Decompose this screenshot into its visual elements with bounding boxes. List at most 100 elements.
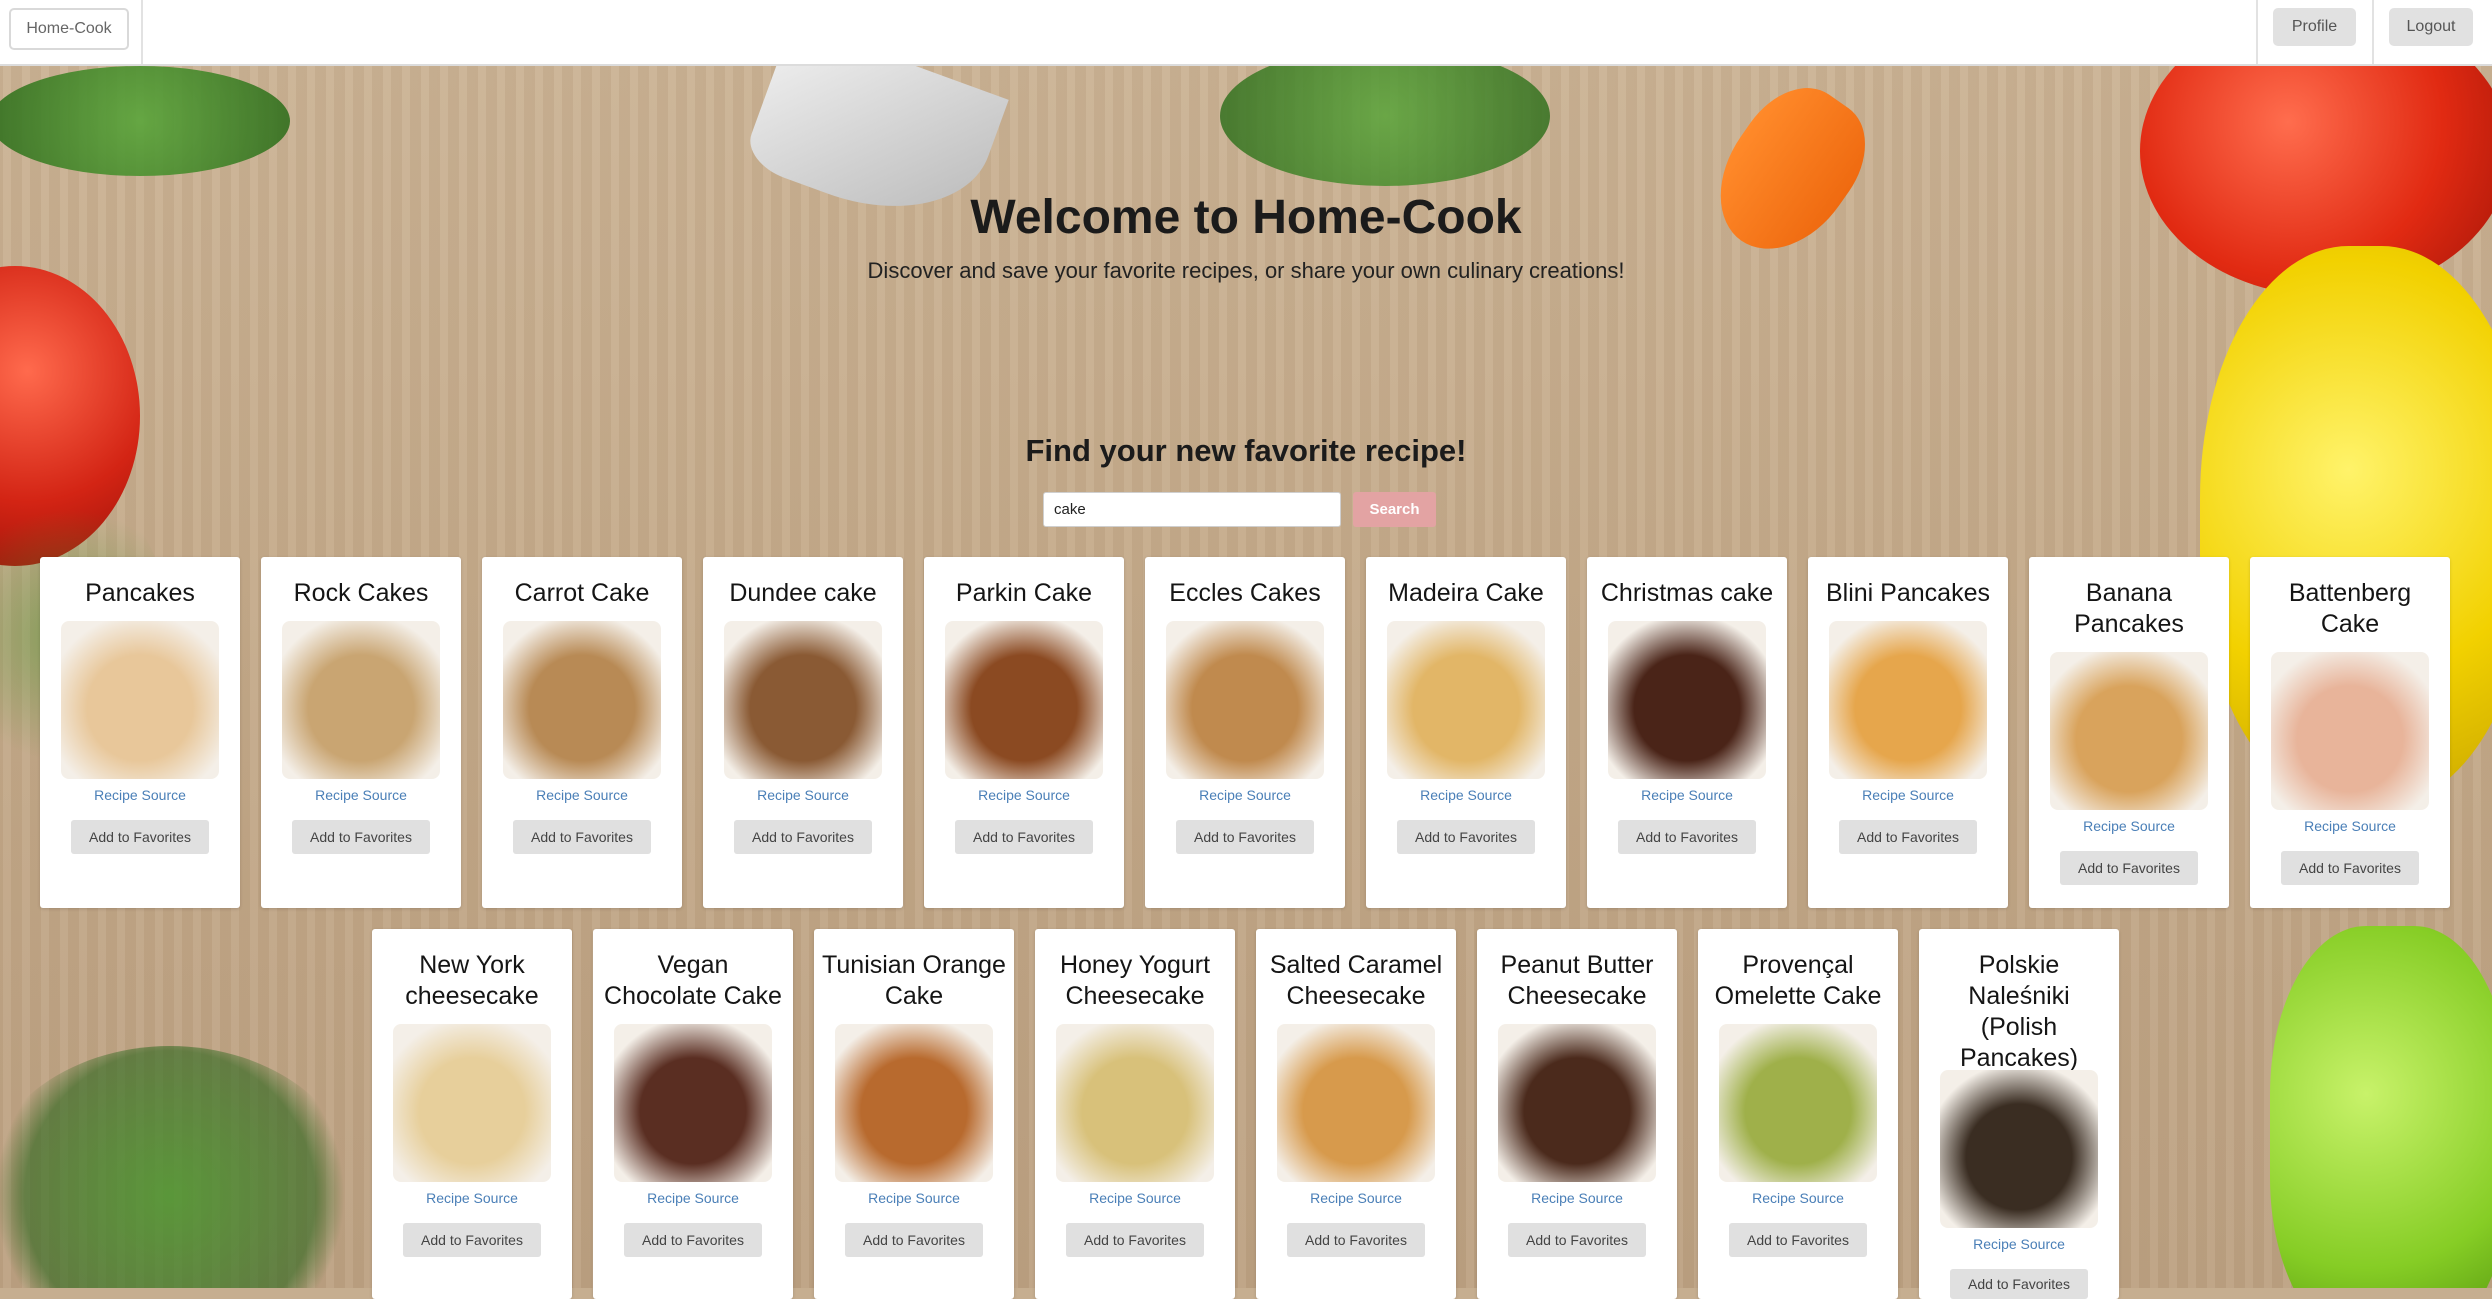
recipe-card: Pancakes Recipe Source Add to Favorites	[40, 557, 240, 908]
recipe-image	[503, 621, 661, 779]
recipe-title: Salted Caramel Cheesecake	[1269, 951, 1443, 1010]
recipe-source-link[interactable]: Recipe Source	[978, 787, 1070, 803]
recipe-source-link[interactable]: Recipe Source	[1641, 787, 1733, 803]
logout-button[interactable]: Logout	[2389, 8, 2473, 46]
add-to-favorites-button[interactable]: Add to Favorites	[955, 820, 1093, 854]
recipe-image	[1387, 621, 1545, 779]
leaves-image	[1220, 66, 1550, 186]
recipe-image	[1940, 1070, 2098, 1229]
add-to-favorites-button[interactable]: Add to Favorites	[1729, 1223, 1867, 1257]
green-pepper-image	[2270, 926, 2492, 1288]
recipe-source-link[interactable]: Recipe Source	[315, 787, 407, 803]
recipe-card: Tunisian Orange Cake Recipe Source Add to …	[814, 929, 1014, 1299]
page-title: Welcome to Home-Cook	[970, 191, 1522, 244]
recipe-image	[945, 621, 1103, 779]
recipe-source-link[interactable]: Recipe Source	[1420, 787, 1512, 803]
add-to-favorites-button[interactable]: Add to Favorites	[734, 820, 872, 854]
recipe-image	[835, 1024, 993, 1182]
add-to-favorites-button[interactable]: Add to Favorites	[1508, 1223, 1646, 1257]
recipe-title: Blini Pancakes	[1826, 579, 1990, 607]
search-input[interactable]	[1043, 492, 1341, 527]
recipe-title: Banana Pancakes	[2074, 579, 2184, 638]
recipe-source-link[interactable]: Recipe Source	[1310, 1190, 1402, 1206]
search-heading: Find your new favorite recipe!	[1025, 433, 1467, 468]
recipe-source-link[interactable]: Recipe Source	[757, 787, 849, 803]
recipe-image	[1719, 1024, 1877, 1182]
add-to-favorites-button[interactable]: Add to Favorites	[1950, 1269, 2088, 1299]
recipe-source-link[interactable]: Recipe Source	[426, 1190, 518, 1206]
profile-button[interactable]: Profile	[2273, 8, 2356, 46]
recipe-card: Vegan Chocolate Cake Recipe Source Add to …	[593, 929, 793, 1299]
recipe-title: Dundee cake	[729, 579, 877, 607]
add-to-favorites-button[interactable]: Add to Favorites	[1397, 820, 1535, 854]
recipe-image	[724, 621, 882, 779]
add-to-favorites-button[interactable]: Add to Favorites	[1618, 820, 1756, 854]
recipe-source-link[interactable]: Recipe Source	[1862, 787, 1954, 803]
recipe-source-link[interactable]: Recipe Source	[1199, 787, 1291, 803]
recipe-card: Rock Cakes Recipe Source Add to Favorites	[261, 557, 461, 908]
recipe-title: Tunisian Orange Cake	[822, 951, 1006, 1010]
recipe-source-link[interactable]: Recipe Source	[2304, 818, 2396, 834]
recipe-card: Dundee cake Recipe Source Add to Favorites	[703, 557, 903, 908]
add-to-favorites-button[interactable]: Add to Favorites	[1839, 820, 1977, 854]
recipe-title: Honey Yogurt Cheesecake	[1059, 951, 1211, 1010]
recipe-source-link[interactable]: Recipe Source	[94, 787, 186, 803]
recipe-source-link[interactable]: Recipe Source	[1973, 1236, 2065, 1252]
recipe-source-link[interactable]: Recipe Source	[1089, 1190, 1181, 1206]
recipe-source-link[interactable]: Recipe Source	[1752, 1190, 1844, 1206]
recipe-title: Rock Cakes	[293, 579, 429, 607]
recipe-card: Polskie Naleśniki (Polish Pancakes) Recip…	[1919, 929, 2119, 1299]
recipe-title: Pancakes	[85, 579, 195, 607]
recipe-card: Parkin Cake Recipe Source Add to Favorites	[924, 557, 1124, 908]
add-to-favorites-button[interactable]: Add to Favorites	[1066, 1223, 1204, 1257]
recipe-card: Christmas cake Recipe Source Add to Favori…	[1587, 557, 1787, 908]
add-to-favorites-button[interactable]: Add to Favorites	[2060, 851, 2198, 885]
add-to-favorites-button[interactable]: Add to Favorites	[2281, 851, 2419, 885]
recipe-source-link[interactable]: Recipe Source	[536, 787, 628, 803]
recipe-title: New York cheesecake	[405, 951, 539, 1010]
recipe-image	[61, 621, 219, 779]
page-subtitle: Discover and save your favorite recipes,…	[867, 258, 1625, 283]
recipe-image	[1829, 621, 1987, 779]
add-to-favorites-button[interactable]: Add to Favorites	[845, 1223, 983, 1257]
recipe-title: Christmas cake	[1600, 579, 1774, 607]
add-to-favorites-button[interactable]: Add to Favorites	[71, 820, 209, 854]
recipe-image	[1608, 621, 1766, 779]
search-button[interactable]: Search	[1353, 492, 1436, 527]
recipe-source-link[interactable]: Recipe Source	[2083, 818, 2175, 834]
recipe-title: Provençal Omelette Cake	[1714, 951, 1882, 1010]
add-to-favorites-button[interactable]: Add to Favorites	[1176, 820, 1314, 854]
add-to-favorites-button[interactable]: Add to Favorites	[403, 1223, 541, 1257]
recipe-title: Parkin Cake	[955, 579, 1093, 607]
recipe-title: Carrot Cake	[514, 579, 650, 607]
herb-image	[0, 1046, 360, 1288]
recipe-image	[282, 621, 440, 779]
recipe-image	[614, 1024, 772, 1182]
add-to-favorites-button[interactable]: Add to Favorites	[624, 1223, 762, 1257]
recipe-image	[1277, 1024, 1435, 1182]
recipe-card: Banana Pancakes Recipe Source Add to Favor…	[2029, 557, 2229, 908]
recipe-card: Salted Caramel Cheesecake Recipe Source Ad…	[1256, 929, 1456, 1299]
recipe-title: Battenberg Cake	[2288, 579, 2412, 638]
brand-container: Home-Cook	[0, 0, 143, 64]
recipe-title: Peanut Butter Cheesecake	[1500, 951, 1654, 1010]
brand-home-button[interactable]: Home-Cook	[9, 8, 129, 50]
recipe-image	[1166, 621, 1324, 779]
recipe-image	[1056, 1024, 1214, 1182]
add-to-favorites-button[interactable]: Add to Favorites	[292, 820, 430, 854]
recipe-card: Carrot Cake Recipe Source Add to Favorites	[482, 557, 682, 908]
recipe-title: Polskie Naleśniki (Polish Pancakes)	[1959, 951, 2079, 1072]
nav-divider	[2372, 0, 2374, 64]
recipe-source-link[interactable]: Recipe Source	[1531, 1190, 1623, 1206]
recipe-source-link[interactable]: Recipe Source	[868, 1190, 960, 1206]
add-to-favorites-button[interactable]: Add to Favorites	[513, 820, 651, 854]
recipe-image	[2050, 652, 2208, 810]
recipe-row: New York cheesecake Recipe Source Add to F…	[372, 929, 2119, 1299]
top-navbar: Home-Cook Profile Logout	[0, 0, 2492, 66]
recipe-source-link[interactable]: Recipe Source	[647, 1190, 739, 1206]
recipe-card: Provençal Omelette Cake Recipe Source Add …	[1698, 929, 1898, 1299]
recipe-card: Battenberg Cake Recipe Source Add to Favor…	[2250, 557, 2450, 908]
recipe-title: Vegan Chocolate Cake	[604, 951, 782, 1010]
add-to-favorites-button[interactable]: Add to Favorites	[1287, 1223, 1425, 1257]
recipe-card: Madeira Cake Recipe Source Add to Favorite…	[1366, 557, 1566, 908]
